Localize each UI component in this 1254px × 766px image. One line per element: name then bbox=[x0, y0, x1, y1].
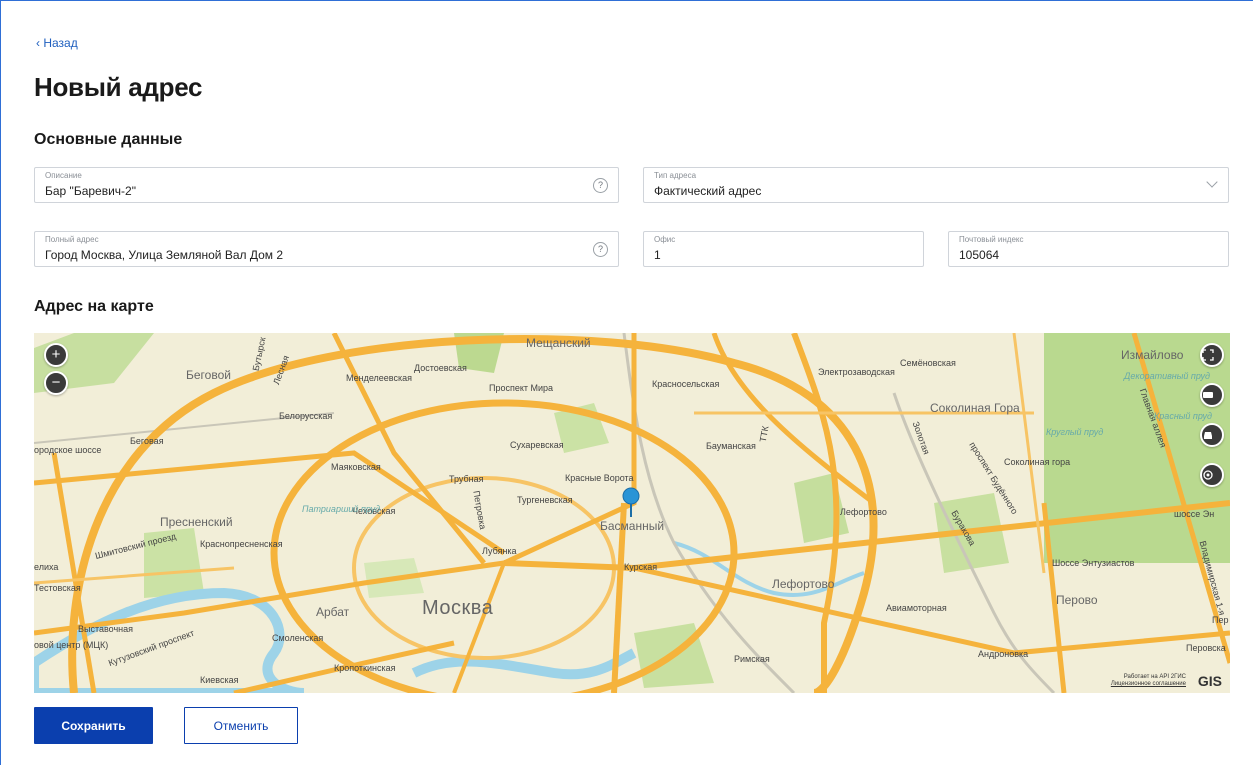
map-label-izmailovo: Измайлово bbox=[1121, 348, 1184, 362]
map-label-basmanny: Басманный bbox=[600, 519, 665, 533]
address-type-value: Фактический адрес bbox=[654, 184, 762, 198]
cancel-button[interactable]: Отменить bbox=[184, 707, 298, 744]
back-link[interactable]: ‹ Назад bbox=[36, 36, 78, 50]
map-label-lefortovo: Лефортово bbox=[772, 577, 835, 591]
map-label-presnensky: Пресненский bbox=[160, 515, 233, 529]
map-label-begovoy: Беговой bbox=[186, 368, 231, 382]
postal-code-field[interactable]: Почтовый индекс bbox=[948, 231, 1229, 267]
map-label-patriarshiy: Патриарший пруд bbox=[302, 504, 381, 514]
address-type-select[interactable]: Тип адреса Фактический адрес bbox=[643, 167, 1229, 203]
traffic-layer-icon[interactable] bbox=[1200, 383, 1224, 407]
map-label-meshchansky: Мещанский bbox=[526, 336, 591, 350]
map-attribution: Работает на API 2ГИС Лицензионное соглаш… bbox=[1111, 674, 1186, 688]
map-label-dekorativny: Декоративный пруд bbox=[1124, 371, 1211, 381]
map-label-testovskaya: Тестовская bbox=[34, 583, 81, 593]
full-address-label: Полный адрес bbox=[45, 235, 99, 244]
map-label-krasnye-vorota: Красные Ворота bbox=[565, 473, 634, 483]
map-label-kurskaya: Курская bbox=[624, 562, 658, 572]
full-address-help-icon[interactable]: ? bbox=[593, 242, 608, 257]
office-field[interactable]: Офис bbox=[643, 231, 924, 267]
address-map[interactable]: Мещанский Беговой Менделеевская Достоевс… bbox=[34, 333, 1230, 693]
map-label-kropotkinskaya: Кропоткинская bbox=[334, 663, 396, 673]
map-label-vystavochnaya: Выставочная bbox=[78, 624, 134, 634]
description-help-icon[interactable]: ? bbox=[593, 178, 608, 193]
map-label-turgenevskaya: Тургеневская bbox=[517, 495, 573, 505]
map-label-arbat: Арбат bbox=[316, 605, 350, 619]
map-label-perovo: Перово bbox=[1056, 593, 1098, 607]
map-label-semenovskaya: Семёновская bbox=[900, 358, 956, 368]
map-label-trubnaya: Трубная bbox=[449, 474, 484, 484]
office-input[interactable] bbox=[654, 248, 904, 262]
map-label-baumanskaya: Бауманская bbox=[706, 441, 756, 451]
map-label-mck: овой центр (МЦК) bbox=[34, 640, 109, 650]
map-label-belorusskaya: Белорусская bbox=[279, 411, 333, 421]
zoom-out-button[interactable]: − bbox=[44, 371, 68, 395]
postal-code-label: Почтовый индекс bbox=[959, 235, 1024, 244]
map-label-shosse-left: ородское шоссе bbox=[34, 445, 102, 455]
chevron-down-icon[interactable] bbox=[1206, 176, 1218, 188]
description-label: Описание bbox=[45, 171, 82, 180]
map-label-mayakovskaya: Маяковская bbox=[331, 462, 381, 472]
map-label-rimskaya: Римская bbox=[734, 654, 770, 664]
map-label-elektrozavodskaya: Электрозаводская bbox=[818, 367, 895, 377]
car-icon[interactable] bbox=[1200, 423, 1224, 447]
description-field[interactable]: Описание ? bbox=[34, 167, 619, 203]
map-label-pere: Пер bbox=[1212, 615, 1229, 625]
address-type-label: Тип адреса bbox=[654, 171, 697, 180]
map-label-krasnopresnenskaya: Краснопресненская bbox=[200, 539, 283, 549]
map-label-elikha: елиха bbox=[34, 562, 59, 572]
attribution-api: Работает на API 2ГИС bbox=[1123, 674, 1186, 680]
map-label-smolenskaya: Смоленская bbox=[272, 633, 324, 643]
description-input[interactable] bbox=[45, 184, 565, 198]
map-label-sokolinaya-gora: Соколиная Гора bbox=[930, 401, 1020, 415]
map-label-aviamotornaya: Авиамоторная bbox=[886, 603, 947, 613]
save-button[interactable]: Сохранить bbox=[34, 707, 153, 744]
map-base bbox=[34, 333, 1230, 693]
map-label-begovaya: Беговая bbox=[130, 436, 164, 446]
map-label-mendeleevskaya: Менделеевская bbox=[346, 373, 412, 383]
full-address-input[interactable] bbox=[45, 248, 565, 262]
map-label-krasnoselskaya: Красносельская bbox=[652, 379, 720, 389]
page-title: Новый адрес bbox=[34, 72, 203, 102]
map-label-shosse-right: шоссе Эн bbox=[1174, 509, 1215, 519]
fullscreen-icon[interactable] bbox=[1200, 343, 1224, 367]
map-label-lubyanka: Лубянка bbox=[482, 546, 517, 556]
map-label-prospekt-mira: Проспект Мира bbox=[489, 383, 554, 393]
office-label: Офис bbox=[654, 235, 676, 244]
map-label-kievskaya: Киевская bbox=[200, 675, 239, 685]
map-label-shosse-entuziastov: Шоссе Энтузиастов bbox=[1052, 558, 1135, 568]
map-label-lefortovo-station: Лефортово bbox=[840, 507, 887, 517]
map-label-sokolinaya-gora-station: Соколиная гора bbox=[1004, 457, 1071, 467]
postal-code-input[interactable] bbox=[959, 248, 1209, 262]
zoom-in-button[interactable]: + bbox=[44, 343, 68, 367]
map-label-krugly: Круглый пруд bbox=[1046, 427, 1104, 437]
map-label-perovskaya: Перовска bbox=[1186, 643, 1226, 653]
map-label-krasny: Красный пруд bbox=[1154, 411, 1213, 421]
2gis-logo: GIS bbox=[1197, 673, 1222, 689]
map-heading: Адрес на карте bbox=[34, 298, 154, 315]
map-label-sukharevskaya: Сухаревская bbox=[510, 440, 564, 450]
full-address-field[interactable]: Полный адрес ? bbox=[34, 231, 619, 267]
main-data-heading: Основные данные bbox=[34, 131, 183, 148]
map-label-andronovka: Андроновка bbox=[978, 649, 1029, 659]
map-label-moskva: Москва bbox=[422, 597, 494, 619]
license-link[interactable]: Лицензионное соглашение bbox=[1111, 681, 1186, 688]
geolocation-icon[interactable] bbox=[1200, 463, 1224, 487]
map-label-dostoevskaya: Достоевская bbox=[414, 363, 467, 373]
